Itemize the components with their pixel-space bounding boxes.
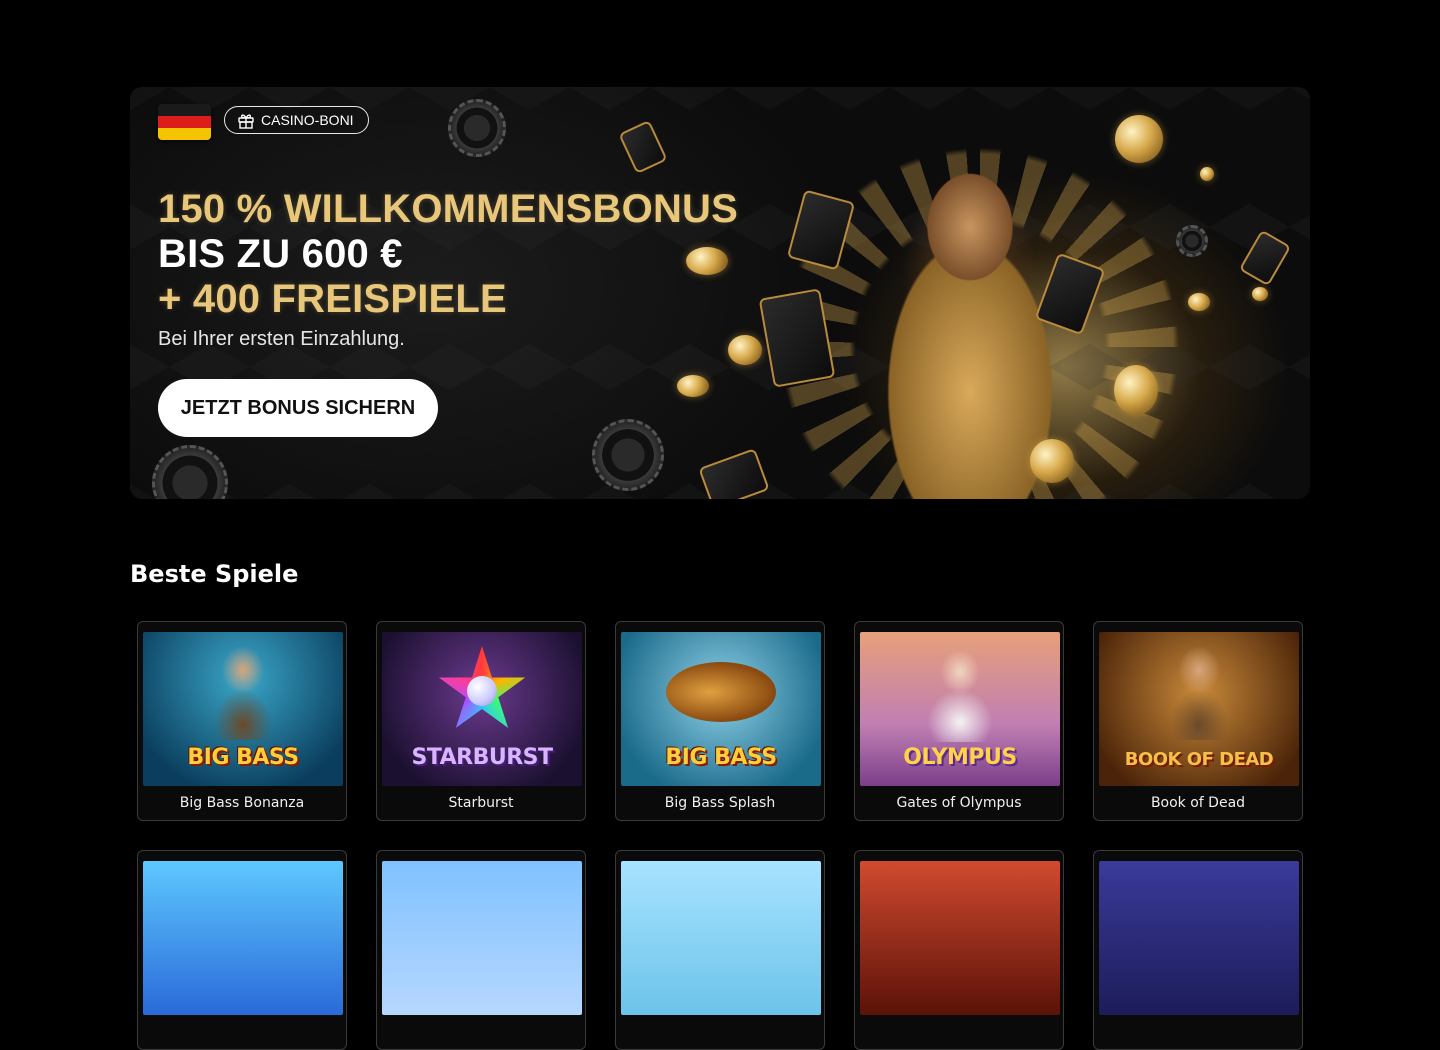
germany-flag-icon xyxy=(158,104,211,140)
game-card[interactable] xyxy=(615,850,825,1050)
game-logo: OLYMPUS xyxy=(903,745,1017,770)
gold-coin-icon xyxy=(1030,439,1074,483)
fish-illustration xyxy=(666,662,776,722)
game-title: Starburst xyxy=(448,795,514,811)
casino-boni-badge[interactable]: CASINO-BONI xyxy=(224,106,369,134)
game-card-book-of-dead[interactable]: BOOK OF DEAD Book of Dead xyxy=(1093,621,1303,821)
fisherman-illustration xyxy=(203,640,283,740)
game-logo: STARBURST xyxy=(411,745,553,770)
gold-coin-icon xyxy=(728,335,762,365)
gold-coin-icon xyxy=(1200,167,1214,181)
explorer-illustration xyxy=(1159,640,1239,740)
bonus-headline: 150 % WILLKOMMENSBONUS BIS ZU 600 € + 40… xyxy=(158,187,738,322)
game-thumbnail xyxy=(143,861,343,1015)
game-title: Big Bass Bonanza xyxy=(179,795,305,811)
bonus-subtext: Bei Ihrer ersten Einzahlung. xyxy=(158,328,405,350)
game-thumbnail xyxy=(1099,861,1299,1015)
game-thumbnail: STARBURST xyxy=(382,632,582,786)
game-logo: BOOK OF DEAD xyxy=(1124,749,1274,770)
game-card[interactable] xyxy=(854,850,1064,1050)
badge-label: CASINO-BONI xyxy=(261,112,354,128)
headline-line-2: BIS ZU 600 € xyxy=(158,232,403,276)
poker-chip-icon xyxy=(1176,225,1208,257)
section-title-best-games: Beste Spiele xyxy=(130,560,299,588)
gold-coin-icon xyxy=(1188,293,1210,311)
gem-icon xyxy=(467,676,497,706)
game-logo: BIG BASS xyxy=(187,745,299,770)
game-title: Book of Dead xyxy=(1150,795,1246,811)
game-thumbnail: OLYMPUS xyxy=(860,632,1060,786)
game-card-starburst[interactable]: STARBURST Starburst xyxy=(376,621,586,821)
gold-coin-icon xyxy=(677,375,709,397)
bonus-banner: CASINO-BONI 150 % WILLKOMMENSBONUS BIS Z… xyxy=(130,87,1310,499)
game-card-gates-of-olympus[interactable]: OLYMPUS Gates of Olympus xyxy=(854,621,1064,821)
game-card[interactable] xyxy=(376,850,586,1050)
game-thumbnail xyxy=(621,861,821,1015)
game-logo: BIG BASS xyxy=(665,745,777,770)
game-card-big-bass-bonanza[interactable]: BIG BASS Big Bass Bonanza xyxy=(137,621,347,821)
gold-coin-icon xyxy=(1115,115,1163,163)
game-card[interactable] xyxy=(1093,850,1303,1050)
game-thumbnail: BIG BASS xyxy=(621,632,821,786)
poker-chip-icon xyxy=(592,419,664,491)
game-thumbnail: BOOK OF DEAD xyxy=(1099,632,1299,786)
games-grid: BIG BASS Big Bass Bonanza STARBURST Star… xyxy=(137,621,1303,1050)
headline-line-1: 150 % WILLKOMMENSBONUS xyxy=(158,187,739,231)
poker-chip-icon xyxy=(448,99,506,157)
gift-icon xyxy=(237,111,255,129)
game-card-big-bass-splash[interactable]: BIG BASS Big Bass Splash xyxy=(615,621,825,821)
gold-coin-icon xyxy=(1114,365,1158,415)
claim-bonus-button[interactable]: JETZT BONUS SICHERN xyxy=(158,379,438,437)
game-card[interactable] xyxy=(137,850,347,1050)
game-title: Gates of Olympus xyxy=(896,795,1022,811)
game-thumbnail: BIG BASS xyxy=(143,632,343,786)
zeus-illustration xyxy=(915,642,1005,742)
game-title: Big Bass Splash xyxy=(664,795,776,811)
game-thumbnail xyxy=(860,861,1060,1015)
gold-coin-icon xyxy=(1252,287,1268,301)
game-thumbnail xyxy=(382,861,582,1015)
headline-line-3: + 400 FREISPIELE xyxy=(158,277,507,321)
